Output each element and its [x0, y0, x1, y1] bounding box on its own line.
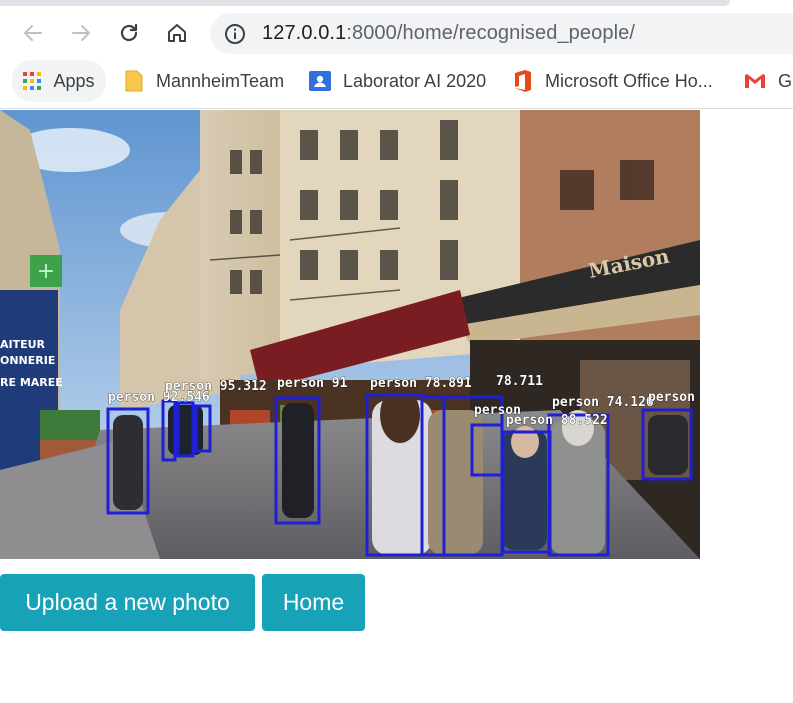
bookmark-mannheimteam[interactable]: MannheimTeam [124, 60, 284, 102]
bookmark-apps[interactable]: Apps [12, 60, 106, 102]
reload-button[interactable] [114, 18, 144, 48]
url-host: 127.0.0.1 [262, 22, 347, 44]
reload-icon [120, 23, 138, 42]
bookmarks-bar: Apps MannheimTeam Laborator AI 2020 Micr… [0, 60, 793, 102]
bookmark-label: Gr [778, 70, 793, 91]
bookmark-label: Microsoft Office Ho... [545, 70, 713, 91]
browser-chrome: 127.0.0.1:8000/home/recognised_people/ A… [0, 0, 793, 109]
chrome-divider [0, 108, 793, 109]
folder-icon [125, 70, 143, 92]
gmail-icon [745, 74, 765, 88]
detection-label: person 91 [277, 376, 348, 391]
apps-grid-icon [23, 72, 42, 90]
url-text[interactable]: 127.0.0.1:8000/home/recognised_people/ [262, 22, 635, 45]
house-icon [168, 24, 186, 42]
svg-text:+: + [37, 259, 55, 284]
back-button[interactable] [18, 18, 48, 48]
detection-label: person 74.126 [552, 395, 654, 410]
forward-button[interactable] [66, 18, 96, 48]
bookmark-label: Laborator AI 2020 [343, 70, 487, 91]
office-icon [515, 70, 531, 92]
bookmark-microsoft-office[interactable]: Microsoft Office Ho... [513, 60, 713, 102]
street-photo: + Maison AITEUR ONNERIE RE MAREE person … [0, 110, 700, 559]
info-icon[interactable] [224, 23, 246, 45]
bookmark-label: MannheimTeam [156, 70, 285, 91]
arrow-right-icon [72, 25, 90, 41]
storefront-line: ONNERIE [0, 354, 55, 367]
url-path: /home/recognised_people/ [396, 22, 635, 44]
detection-label: person 78.891 [370, 376, 472, 391]
recognised-people-image: + Maison AITEUR ONNERIE RE MAREE person … [0, 110, 700, 559]
arrow-left-icon [24, 25, 42, 41]
upload-new-photo-button[interactable]: Upload a new photo [0, 574, 255, 631]
detection-label: person 95.312 [165, 379, 267, 394]
bookmark-label: Apps [53, 70, 95, 91]
home-button[interactable]: Home [262, 574, 365, 631]
address-bar[interactable]: 127.0.0.1:8000/home/recognised_people/ [210, 13, 793, 54]
detection-label: person 88.522 [506, 413, 608, 428]
storefront-line: AITEUR [0, 338, 46, 351]
storefront-line: RE MAREE [0, 376, 63, 389]
bookmark-laborator-ai[interactable]: Laborator AI 2020 [309, 60, 486, 102]
classroom-icon [309, 71, 331, 91]
detection-label: person [648, 390, 695, 405]
detection-label: 78.711 [496, 374, 543, 389]
url-port: :8000 [346, 22, 397, 44]
bookmark-gmail[interactable]: Gr [744, 60, 793, 102]
tab-strip-edge [0, 0, 730, 6]
home-nav-button[interactable] [162, 18, 192, 48]
